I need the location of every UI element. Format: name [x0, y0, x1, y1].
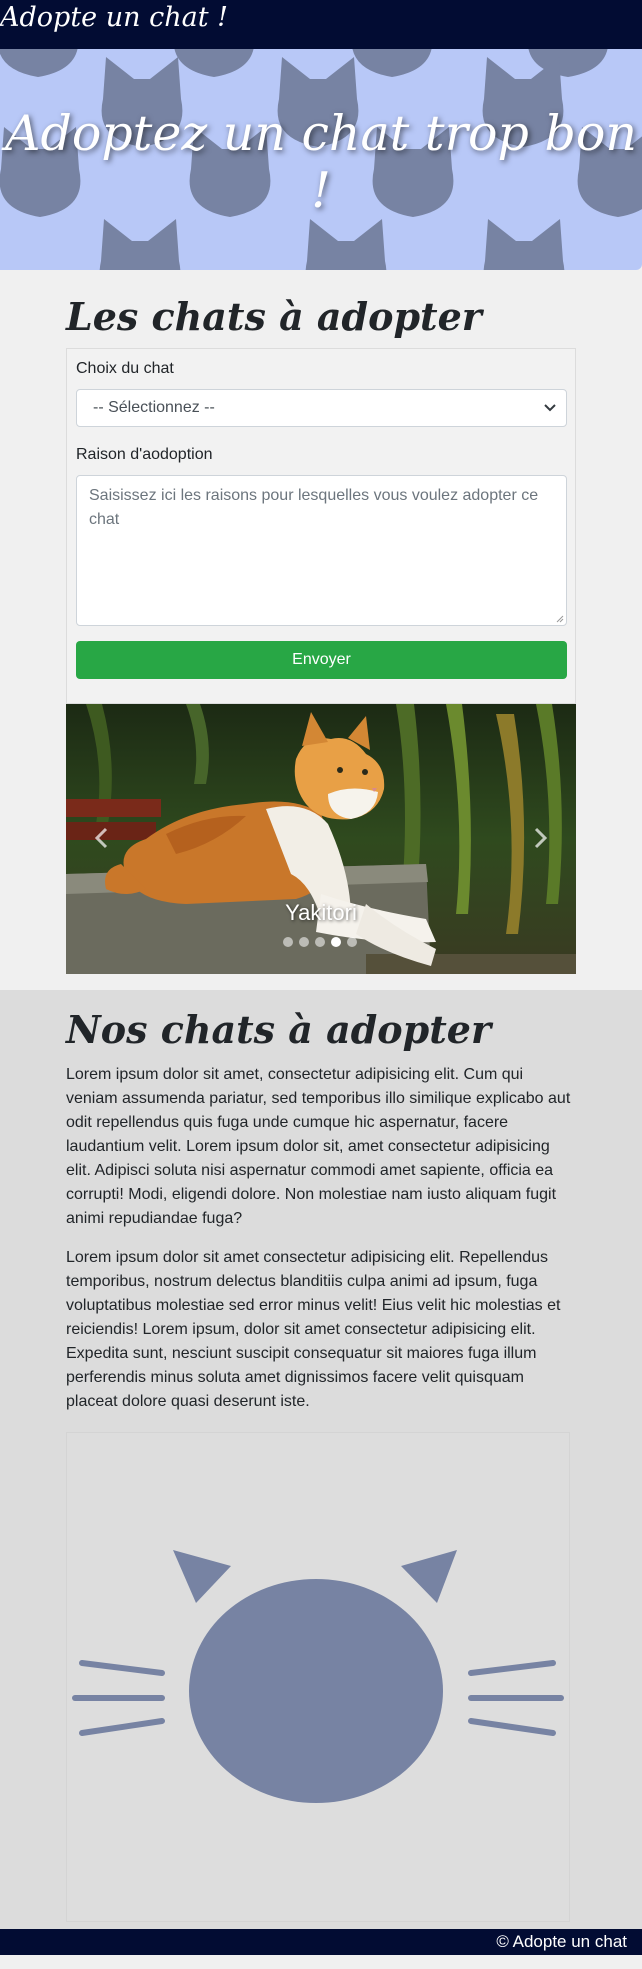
- navbar: Adopte un chat !: [0, 0, 642, 49]
- carousel-indicator[interactable]: [315, 937, 325, 947]
- brand-link[interactable]: Adopte un chat !: [0, 2, 228, 33]
- adopt-section-title: Les chats à adopter: [66, 294, 482, 339]
- chevron-right-icon[interactable]: [534, 827, 548, 849]
- reason-textarea[interactable]: Saisissez ici les raisons pour lesquelle…: [76, 475, 567, 626]
- cat-choice-select[interactable]: -- Sélectionnez --: [76, 389, 567, 427]
- hero-banner: Adoptez un chat trop bon !: [0, 49, 642, 270]
- submit-button[interactable]: Envoyer: [76, 641, 567, 679]
- carousel-cat-photo: [66, 704, 576, 974]
- reason-label: Raison d'aodoption: [76, 446, 213, 463]
- about-section-title: Nos chats à adopter: [66, 1007, 491, 1052]
- about-paragraph-2: Lorem ipsum dolor sit amet consectetur a…: [66, 1249, 561, 1410]
- carousel-indicator[interactable]: [283, 937, 293, 947]
- cat-carousel: Yakitori: [66, 704, 576, 974]
- carousel-indicator[interactable]: [299, 937, 309, 947]
- carousel-indicator-active[interactable]: [331, 937, 341, 947]
- resize-handle-icon[interactable]: [556, 615, 564, 623]
- carousel-caption: Yakitori: [285, 900, 357, 925]
- cat-face-icon: [72, 1550, 564, 1803]
- chevron-down-icon: [544, 404, 556, 412]
- reason-placeholder: Saisissez ici les raisons pour lesquelle…: [89, 487, 539, 528]
- footer: © Adopte un chat: [0, 1929, 642, 1955]
- chevron-left-icon[interactable]: [94, 827, 108, 849]
- cat-choice-label: Choix du chat: [76, 360, 174, 377]
- cat-illustration: [66, 1432, 570, 1922]
- adoption-form: Choix du chat -- Sélectionnez -- Raison …: [66, 348, 576, 704]
- about-paragraph-1: Lorem ipsum dolor sit amet, consectetur …: [66, 1066, 571, 1227]
- cat-choice-value: -- Sélectionnez --: [93, 399, 215, 416]
- hero-title: Adoptez un chat trop bon !: [5, 105, 637, 219]
- footer-copyright: © Adopte un chat: [496, 1932, 627, 1951]
- carousel-indicators: [283, 937, 357, 947]
- carousel-indicator[interactable]: [347, 937, 357, 947]
